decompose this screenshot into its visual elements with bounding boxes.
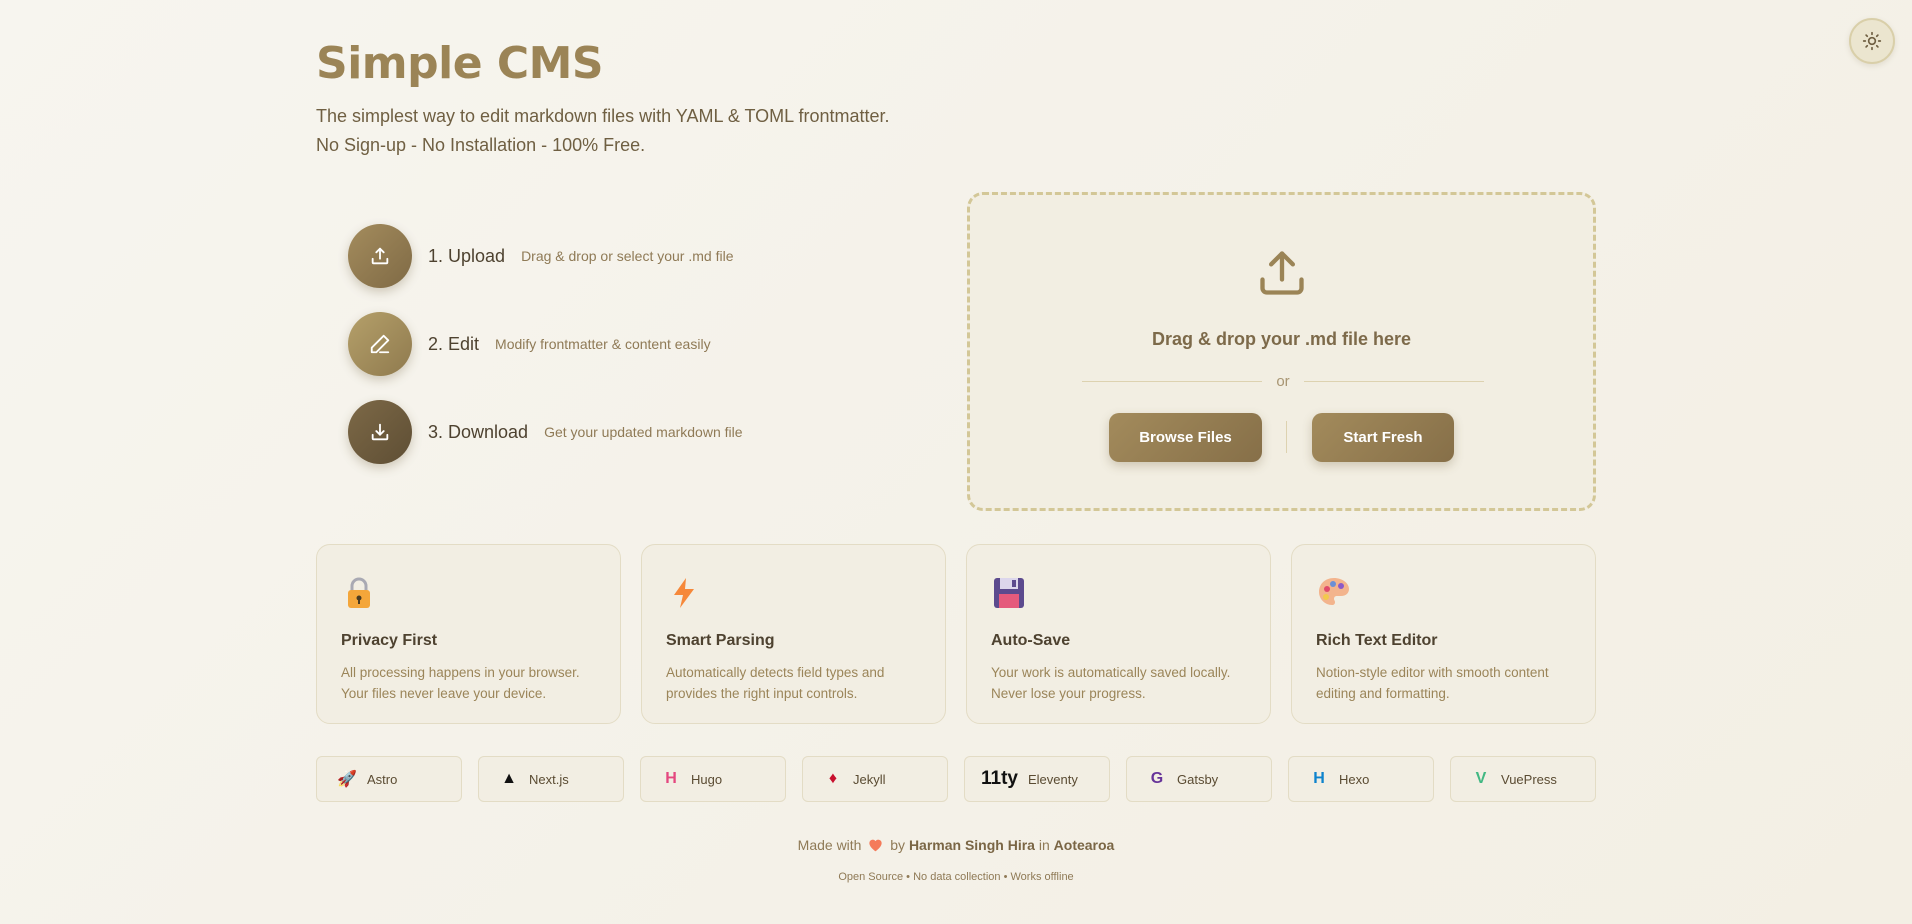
author-link[interactable]: Harman Singh Hira — [909, 837, 1035, 853]
triangle-icon: ▲ — [501, 770, 517, 787]
subtitle-line-1: The simplest way to edit markdown files … — [316, 106, 890, 126]
subtitle-line-2: No Sign-up - No Installation - 100% Free… — [316, 135, 646, 155]
steps-list: 1. Upload Drag & drop or select your .md… — [348, 224, 743, 488]
start-fresh-button[interactable]: Start Fresh — [1312, 413, 1454, 462]
step-edit: 2. Edit Modify frontmatter & content eas… — [348, 312, 743, 376]
framework-eleventy[interactable]: 11ty Eleventy — [964, 756, 1110, 802]
lock-icon — [348, 577, 370, 608]
features-grid: Privacy First All processing happens in … — [316, 544, 1596, 724]
step-edit-circle — [348, 312, 412, 376]
framework-astro[interactable]: 🚀 Astro — [316, 756, 462, 802]
place-label: Aotearoa — [1053, 837, 1115, 853]
framework-name: Gatsby — [1177, 771, 1219, 787]
dropzone-text: Drag & drop your .md file here — [1151, 329, 1412, 349]
hexo-logo-icon: H — [1313, 770, 1325, 787]
feature-card-privacy: Privacy First All processing happens in … — [316, 544, 621, 724]
or-label: or — [1276, 372, 1290, 390]
palette-icon — [1319, 578, 1349, 605]
step-edit-desc: Modify frontmatter & content easily — [495, 336, 711, 352]
framework-hugo[interactable]: H Hugo — [640, 756, 786, 802]
framework-name: Eleventy — [1027, 771, 1078, 787]
framework-name: Hexo — [1339, 771, 1370, 787]
sun-icon — [1862, 31, 1882, 51]
feature-desc: Automatically detects field types and pr… — [666, 665, 885, 701]
framework-jekyll[interactable]: ♦ Jekyll — [802, 756, 948, 802]
framework-name: Jekyll — [853, 771, 886, 787]
step-download-title: 3. Download — [428, 421, 529, 442]
step-upload: 1. Upload Drag & drop or select your .md… — [348, 224, 743, 288]
feature-title: Privacy First — [341, 632, 438, 649]
diamond-icon: ♦ — [828, 770, 838, 787]
divider-line-left — [1082, 380, 1263, 382]
step-download-desc: Get your updated markdown file — [544, 424, 743, 440]
step-upload-circle — [348, 224, 412, 288]
feature-title: Rich Text Editor — [1316, 632, 1438, 649]
footer-credit: Made with by Harman Singh Hira in Aotear… — [316, 837, 1596, 853]
upload-icon — [1260, 251, 1304, 295]
framework-nextjs[interactable]: ▲ Next.js — [478, 756, 624, 802]
upload-icon — [371, 247, 389, 265]
step-download-circle — [348, 400, 412, 464]
browse-files-button[interactable]: Browse Files — [1109, 413, 1262, 462]
page-title: Simple CMS — [316, 38, 604, 89]
feature-title: Smart Parsing — [666, 632, 775, 649]
feature-desc: All processing happens in your browser. … — [341, 665, 580, 701]
feature-card-parsing: Smart Parsing Automatically detects fiel… — [641, 544, 946, 724]
file-dropzone[interactable]: Drag & drop your .md file here or Browse… — [967, 192, 1596, 511]
footer-tagline: Open Source • No data collection • Works… — [838, 871, 1074, 883]
button-separator — [1286, 421, 1287, 453]
framework-hexo[interactable]: H Hexo — [1288, 756, 1434, 802]
step-edit-title: 2. Edit — [428, 333, 480, 354]
framework-gatsby[interactable]: G Gatsby — [1126, 756, 1272, 802]
feature-desc: Your work is automatically saved locally… — [991, 665, 1231, 701]
feature-desc: Notion-style editor with smooth content … — [1316, 665, 1549, 701]
feature-card-editor: Rich Text Editor Notion-style editor wit… — [1291, 544, 1596, 724]
or-divider: or — [1082, 371, 1484, 391]
step-upload-desc: Drag & drop or select your .md file — [521, 248, 734, 264]
pencil-icon — [370, 334, 390, 354]
footer-made-with: Made with — [797, 837, 862, 853]
rocket-icon: 🚀 — [337, 771, 357, 788]
frameworks-list: 🚀 Astro ▲ Next.js H Hugo ♦ Jekyll 11ty E… — [316, 756, 1596, 802]
heart-icon — [869, 839, 882, 852]
step-download: 3. Download Get your updated markdown fi… — [348, 400, 743, 464]
framework-name: Next.js — [529, 771, 569, 787]
gatsby-logo-icon: G — [1150, 770, 1164, 787]
footer-by: by — [890, 837, 906, 853]
feature-card-autosave: Auto-Save Your work is automatically sav… — [966, 544, 1271, 724]
feature-title: Auto-Save — [991, 632, 1071, 649]
download-icon — [371, 423, 389, 441]
step-upload-title: 1. Upload — [428, 245, 506, 266]
framework-name: Astro — [367, 771, 398, 787]
hugo-logo-icon: H — [665, 770, 677, 787]
floppy-disk-icon — [994, 578, 1024, 608]
framework-name: VuePress — [1501, 771, 1557, 787]
framework-vuepress[interactable]: V VuePress — [1450, 756, 1596, 802]
eleventy-logo-icon: 11ty — [981, 768, 1018, 789]
vue-logo-icon: V — [1475, 770, 1487, 787]
framework-name: Hugo — [691, 771, 723, 787]
footer-in: in — [1038, 837, 1050, 853]
theme-toggle-button[interactable] — [1849, 18, 1895, 64]
divider-line-right — [1303, 380, 1484, 382]
lightning-icon — [674, 578, 694, 608]
